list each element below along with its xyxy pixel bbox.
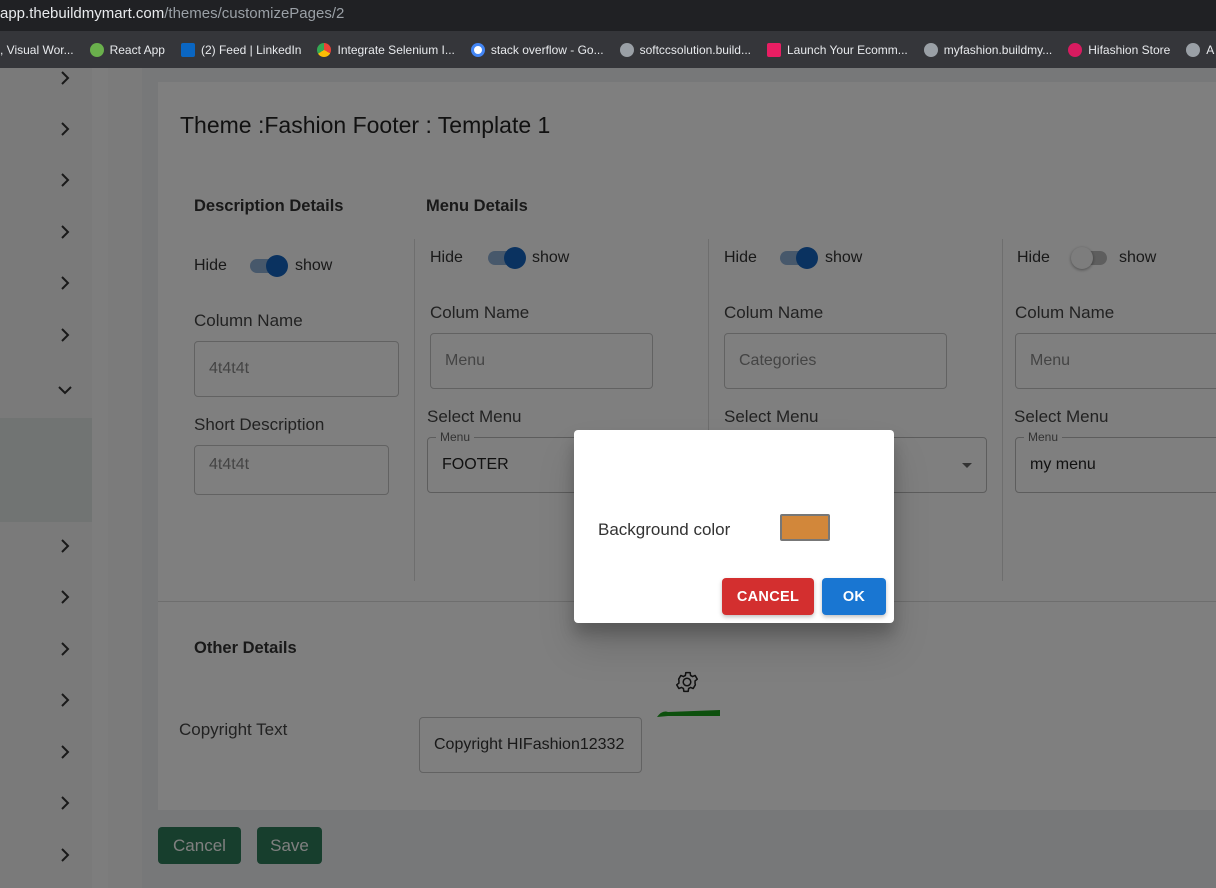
dialog-cancel-button[interactable]: CANCEL <box>722 578 814 615</box>
dialog-ok-button[interactable]: OK <box>822 578 886 615</box>
linkedin-icon <box>180 42 195 57</box>
bookmark-react-app[interactable]: React App <box>89 42 165 57</box>
background-color-dialog: Background color CANCEL OK <box>574 430 894 623</box>
bookmark-softcc[interactable]: softccsolution.build... <box>619 42 751 57</box>
bookmarks-bar: , Visual Wor... React App (2) Feed | Lin… <box>0 31 1216 68</box>
globe-icon <box>619 42 634 57</box>
url-host: app.thebuildmymart.com <box>0 5 165 22</box>
chrome-icon <box>317 42 332 57</box>
bookmark-selenium[interactable]: Integrate Selenium I... <box>317 42 455 57</box>
hifashion-icon <box>1068 42 1083 57</box>
color-swatch[interactable] <box>780 514 830 541</box>
bookmark-hifashion[interactable]: Hifashion Store <box>1068 42 1170 57</box>
google-icon <box>470 42 485 57</box>
store-icon <box>767 42 781 57</box>
address-bar[interactable]: app.thebuildmymart.com/themes/customizeP… <box>0 0 1216 31</box>
bookmark-launch-ecomm[interactable]: Launch Your Ecomm... <box>767 42 908 57</box>
background-color-label: Background color <box>598 520 731 539</box>
react-icon <box>89 42 104 57</box>
bookmark-myfashion[interactable]: myfashion.buildmy... <box>923 42 1052 57</box>
bookmark-linkedin[interactable]: (2) Feed | LinkedIn <box>180 42 301 57</box>
url-path: /themes/customizePages/2 <box>164 5 345 22</box>
globe-icon <box>1186 42 1201 57</box>
globe-icon <box>923 42 938 57</box>
bookmark-stackoverflow[interactable]: stack overflow - Go... <box>470 42 604 57</box>
bookmark-vscode[interactable]: , Visual Wor... <box>0 43 74 57</box>
bookmark-overflow[interactable]: A <box>1186 42 1214 57</box>
